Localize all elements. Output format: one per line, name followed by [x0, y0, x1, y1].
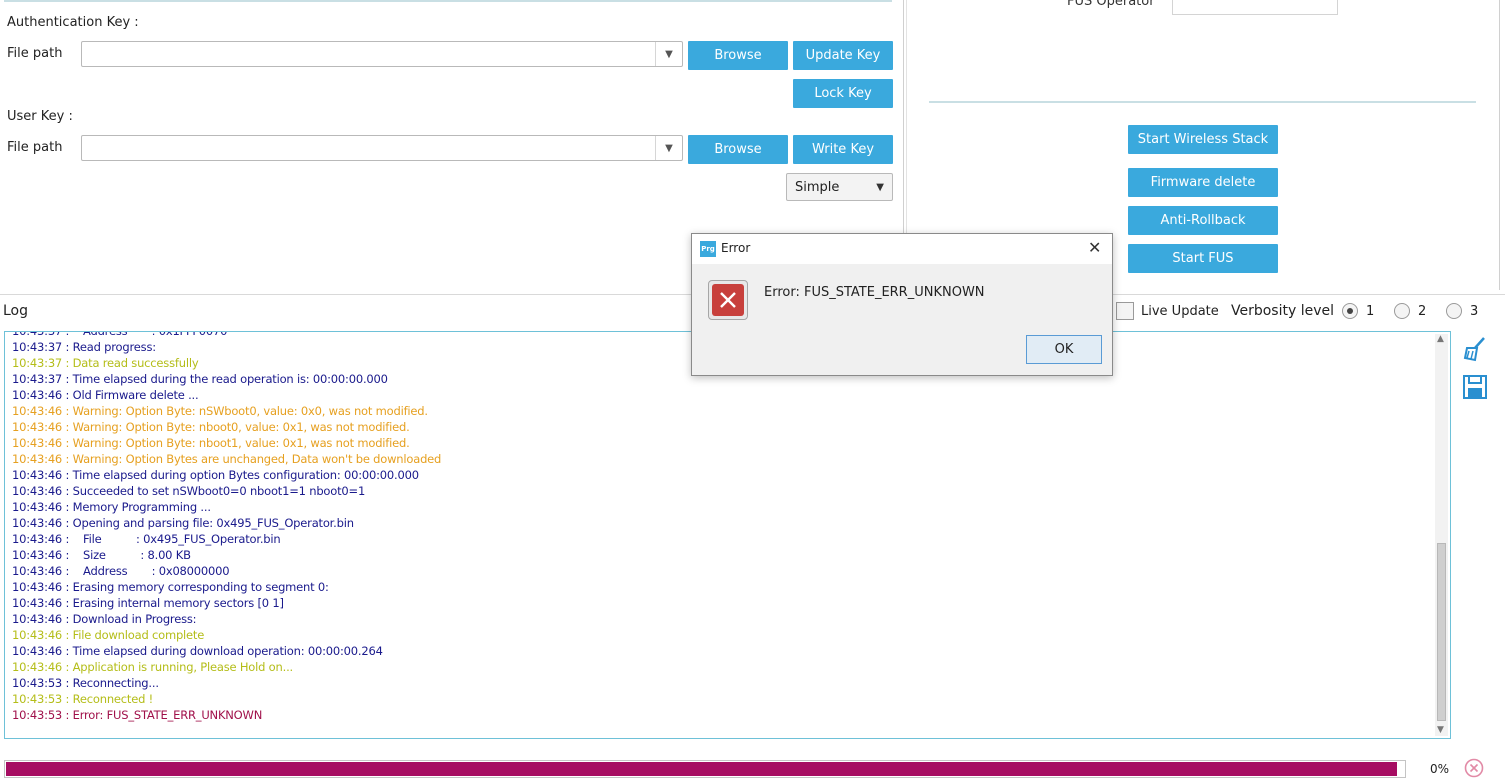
log-line: 10:43:46 : Time elapsed during download …: [12, 644, 383, 658]
start-fus-button[interactable]: Start FUS: [1128, 244, 1278, 273]
log-line: 10:43:46 : Warning: Option Byte: nboot0,…: [12, 420, 410, 434]
app-logo-icon: Prg: [700, 241, 716, 257]
verbosity-radio-1-label: 1: [1366, 304, 1375, 319]
log-line: 10:43:46 : Warning: Option Byte: nboot1,…: [12, 436, 410, 450]
verbosity-radio-1[interactable]: [1342, 303, 1358, 319]
auth-browse-button[interactable]: Browse: [688, 41, 788, 70]
auth-file-path-combo[interactable]: ▼: [81, 41, 683, 67]
log-line: 10:43:53 : Reconnected !: [12, 692, 154, 706]
log-line: 10:43:53 : Reconnecting...: [12, 676, 159, 690]
verbosity-radio-2[interactable]: [1394, 303, 1410, 319]
cancel-icon[interactable]: [1464, 758, 1484, 778]
log-line: 10:43:53 : Error: FUS_STATE_ERR_UNKNOWN: [12, 708, 263, 722]
write-key-button[interactable]: Write Key: [793, 135, 893, 164]
log-line: 10:43:46 : Memory Programming ...: [12, 500, 211, 514]
log-line: 10:43:46 : Application is running, Pleas…: [12, 660, 293, 674]
log-line: 10:43:46 : Erasing memory corresponding …: [12, 580, 329, 594]
progress-bar: [4, 760, 1406, 778]
fus-operator-label: FUS Operator: [1067, 0, 1155, 9]
close-icon[interactable]: ✕: [1088, 238, 1101, 257]
dialog-title: Error: [721, 241, 751, 255]
right-divider: [929, 101, 1476, 103]
log-line: 10:43:37 : Time elapsed during the read …: [12, 372, 388, 386]
chevron-down-icon[interactable]: ▼: [655, 136, 682, 160]
update-key-button[interactable]: Update Key: [793, 41, 893, 70]
log-line: 10:43:46 : Time elapsed during option By…: [12, 468, 419, 482]
log-line: 10:43:46 : Download in Progress:: [12, 612, 197, 626]
log-line: 10:43:46 : Warning: Option Bytes are unc…: [12, 452, 442, 466]
dialog-message: Error: FUS_STATE_ERR_UNKNOWN: [764, 285, 985, 300]
auth-key-heading: Authentication Key :: [7, 15, 139, 30]
panel-separator: [1499, 0, 1500, 290]
lock-key-button[interactable]: Lock Key: [793, 79, 893, 108]
save-log-icon[interactable]: [1462, 374, 1488, 400]
start-wireless-stack-button[interactable]: Start Wireless Stack: [1128, 125, 1278, 154]
log-line: 10:43:37 : Data read successfully: [12, 356, 199, 370]
log-line: 10:43:46 : Erasing internal memory secto…: [12, 596, 284, 610]
error-dialog: Prg Error ✕ Error: FUS_STATE_ERR_UNKNOWN…: [691, 233, 1113, 376]
mode-select-value: Simple: [795, 179, 840, 195]
verbosity-radio-2-label: 2: [1418, 304, 1427, 319]
progress-percent: 0%: [1430, 762, 1450, 776]
log-line: 10:43:46 : Opening and parsing file: 0x4…: [12, 516, 354, 530]
chevron-down-icon: ▼: [876, 182, 884, 193]
log-line: 10:43:46 : Address : 0x08000000: [12, 564, 230, 578]
error-icon-frame: [708, 280, 748, 320]
chevron-down-icon[interactable]: ▼: [655, 42, 682, 66]
error-icon: [712, 284, 744, 316]
anti-rollback-button[interactable]: Anti-Rollback: [1128, 206, 1278, 235]
log-line: 10:43:37 : Read progress:: [12, 340, 156, 354]
progress-fill: [6, 762, 1397, 776]
live-update-label: Live Update: [1141, 304, 1219, 319]
user-key-heading: User Key :: [7, 109, 73, 124]
log-line: 10:43:37 : Address : 0x1FFF0070: [12, 331, 228, 338]
dialog-titlebar: Prg Error ✕: [692, 234, 1112, 264]
log-line: 10:43:46 : Size : 8.00 KB: [12, 548, 191, 562]
user-browse-button[interactable]: Browse: [688, 135, 788, 164]
log-title: Log: [3, 303, 29, 319]
mode-select[interactable]: Simple ▼: [786, 173, 893, 201]
fus-operator-field[interactable]: [1172, 0, 1338, 15]
log-line: 10:43:46 : Old Firmware delete ...: [12, 388, 199, 402]
log-line: 10:43:46 : Warning: Option Byte: nSWboot…: [12, 404, 428, 418]
user-file-path-combo[interactable]: ▼: [81, 135, 683, 161]
scroll-up-icon[interactable]: ▲: [1437, 334, 1444, 344]
auth-file-path-label: File path: [7, 46, 63, 61]
log-line: 10:43:46 : File : 0x495_FUS_Operator.bin: [12, 532, 281, 546]
firmware-delete-button[interactable]: Firmware delete: [1128, 168, 1278, 197]
log-line: 10:43:46 : Succeeded to set nSWboot0=0 n…: [12, 484, 366, 498]
user-file-path-label: File path: [7, 140, 63, 155]
clear-log-broom-icon[interactable]: [1462, 336, 1488, 362]
top-divider: [4, 0, 892, 2]
log-line: 10:43:46 : File download complete: [12, 628, 205, 642]
ok-button[interactable]: OK: [1026, 335, 1102, 364]
verbosity-radio-3-label: 3: [1470, 304, 1479, 319]
verbosity-radio-3[interactable]: [1446, 303, 1462, 319]
verbosity-label: Verbosity level: [1231, 303, 1335, 319]
log-scrollbar-thumb[interactable]: [1437, 543, 1446, 721]
scroll-down-icon[interactable]: ▼: [1437, 725, 1444, 735]
log-output[interactable]: 10:43:37 : Address : 0x1FFF0070 10:43:37 …: [4, 331, 1451, 739]
live-update-checkbox[interactable]: [1116, 302, 1134, 320]
